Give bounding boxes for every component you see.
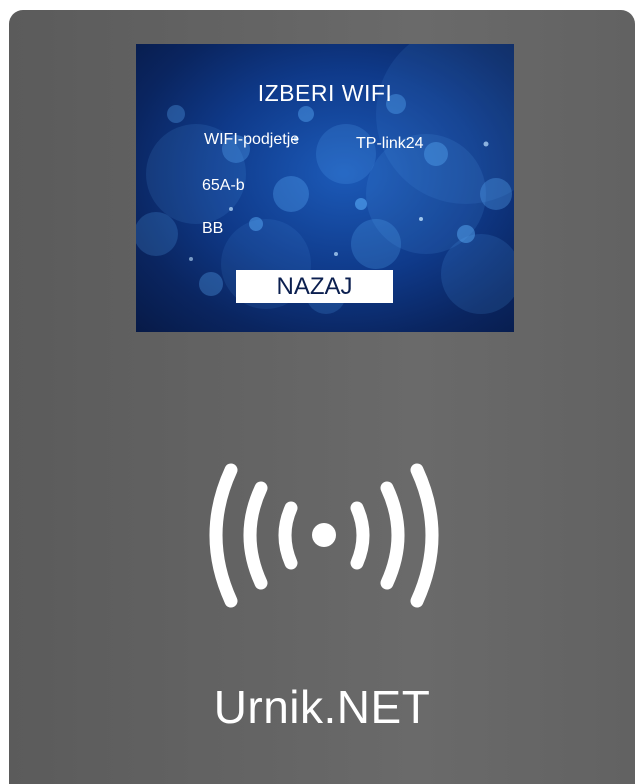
display-screen: IZBERI WIFI WIFI-podjetje TP-link24 65A-… (136, 44, 514, 332)
wifi-network-item[interactable]: 65A-b (202, 177, 245, 195)
back-button[interactable]: NAZAJ (236, 270, 393, 303)
nfc-contactless-icon (209, 463, 439, 608)
terminal-device: IZBERI WIFI WIFI-podjetje TP-link24 65A-… (9, 10, 635, 784)
wifi-network-item[interactable]: BB (202, 220, 223, 238)
wifi-network-item[interactable]: WIFI-podjetje (204, 131, 299, 149)
wifi-network-item[interactable]: TP-link24 (356, 135, 424, 153)
brand-logo-text: Urnik.NET (213, 681, 431, 733)
screen-title: IZBERI WIFI (257, 80, 393, 106)
